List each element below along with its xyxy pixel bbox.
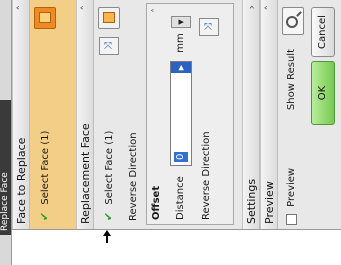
distance-label: Distance: [175, 176, 186, 220]
offset-title-row[interactable]: Offset ˄: [147, 4, 167, 224]
preview-header[interactable]: Preview ˄: [260, 0, 278, 229]
chevron-up-icon: ˄: [79, 5, 92, 11]
check-icon: ✔: [102, 211, 115, 221]
magnifier-icon: [286, 16, 298, 28]
distance-value: 0: [174, 151, 188, 162]
replacement-face-title: Replacement Face: [79, 123, 92, 224]
preview-checkbox[interactable]: [285, 214, 297, 225]
show-result-label: Show Result: [286, 49, 297, 111]
reverse-direction-label: Reverse Direction: [128, 132, 139, 221]
offset-reverse-direction-label[interactable]: Reverse Direction: [197, 131, 217, 220]
window-top-strip: Replace Face: [0, 0, 12, 265]
ok-button[interactable]: OK: [311, 61, 335, 125]
face-to-replace-header[interactable]: Face to Replace ˄: [12, 0, 30, 229]
unit-dropdown-icon[interactable]: ▼: [171, 16, 191, 28]
distance-unit[interactable]: mm: [170, 28, 192, 58]
face-to-replace-title: Face to Replace: [15, 137, 28, 224]
select-replacement-face-button[interactable]: [98, 7, 120, 29]
chevron-right-icon: ›: [245, 5, 258, 10]
chevron-up-icon: ˄: [263, 5, 276, 11]
reverse-direction-row[interactable]: Reverse Direction: [124, 0, 144, 229]
settings-header[interactable]: Settings ›: [242, 0, 260, 229]
select-face-button[interactable]: [34, 7, 56, 29]
replacement-face-select-label: Select Face (1): [104, 130, 115, 205]
offset-title: Offset: [151, 185, 162, 220]
selection-highlight-band: [60, 0, 76, 229]
pointer-arrow-icon: [106, 235, 108, 243]
check-icon: ✔: [38, 211, 51, 221]
rotated-dialog-canvas: Replace Face Face to Replace ˄ ✔ Select …: [0, 0, 341, 265]
replace-face-dialog: Face to Replace ˄ ✔ Select Face (1) Repl…: [12, 0, 341, 230]
replacement-face-header[interactable]: Replacement Face ˄: [76, 0, 94, 229]
face-to-replace-select-label: Select Face (1): [40, 130, 51, 205]
offset-subgroup: Offset ˄ Distance 0 ▶ mm ▼ Reverse Direc…: [146, 3, 234, 225]
face-to-replace-select-row[interactable]: ✔ Select Face (1): [30, 0, 60, 229]
reverse-selection-button[interactable]: ⤨: [99, 37, 119, 55]
offset-reverse-button[interactable]: ⤨: [199, 18, 219, 36]
dialog-footer: Preview Show Result OK Cancel: [280, 0, 341, 229]
face-cube-icon: [103, 12, 115, 23]
preview-title: Preview: [263, 181, 276, 224]
replacement-face-select-row[interactable]: ✔ Select Face (1) ⤨: [94, 0, 124, 229]
settings-title: Settings: [245, 178, 258, 224]
face-cube-icon: [39, 12, 51, 23]
chevron-up-icon: ˄: [151, 8, 162, 13]
distance-input[interactable]: 0: [170, 61, 192, 166]
cancel-button[interactable]: Cancel: [311, 7, 335, 57]
dialog-title-tab[interactable]: Replace Face: [0, 100, 11, 235]
preview-checkbox-label: Preview: [286, 167, 297, 207]
chevron-up-icon: ˄: [15, 5, 28, 11]
show-result-button[interactable]: [282, 7, 304, 35]
preview-checkbox-row[interactable]: Preview: [283, 168, 301, 225]
distance-spin-icon[interactable]: ▶: [171, 62, 191, 73]
